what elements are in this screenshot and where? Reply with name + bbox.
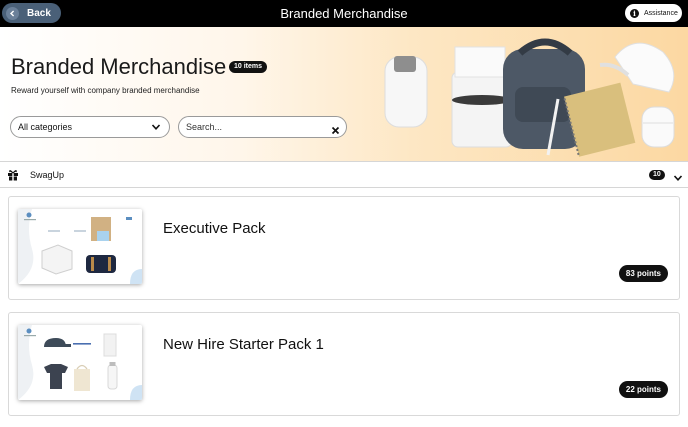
chevron-down-icon[interactable] [673, 170, 683, 188]
points-badge: 83 points [618, 265, 668, 282]
hero-banner: Branded Merchandise 10 items Reward your… [0, 27, 688, 161]
merchandise-illustration [384, 38, 675, 157]
section-label: SwagUp [30, 170, 65, 180]
info-icon: i [630, 8, 639, 18]
merch-card[interactable]: Executive Pack 83 points [8, 196, 680, 300]
gift-icon [7, 168, 19, 186]
chevron-down-icon [151, 122, 161, 134]
item-count-badge: 10 items [229, 61, 268, 73]
merch-card[interactable]: New Hire Starter Pack 1 22 points [8, 312, 680, 416]
category-section-header[interactable]: SwagUp 10 [0, 161, 688, 188]
category-dropdown[interactable]: All categories [10, 116, 170, 138]
category-value: All categories [18, 122, 73, 132]
section-count-badge: 10 [649, 170, 665, 180]
page-title: Branded Merchandise [11, 54, 227, 79]
assistance-button[interactable]: i Assistance [625, 4, 682, 22]
points-badge: 22 points [618, 381, 668, 398]
item-title: Executive Pack [163, 220, 266, 237]
close-icon[interactable] [331, 122, 340, 140]
page-subtitle: Reward yourself with company branded mer… [11, 86, 200, 95]
assistance-label: Assistance [644, 9, 678, 17]
top-bar: Back Branded Merchandise i Assistance [0, 0, 688, 27]
product-thumbnail [18, 325, 142, 400]
search-input[interactable] [186, 121, 326, 133]
search-field [178, 116, 347, 138]
product-thumbnail [18, 209, 142, 284]
item-title: New Hire Starter Pack 1 [163, 336, 324, 353]
window-title: Branded Merchandise [280, 6, 408, 21]
